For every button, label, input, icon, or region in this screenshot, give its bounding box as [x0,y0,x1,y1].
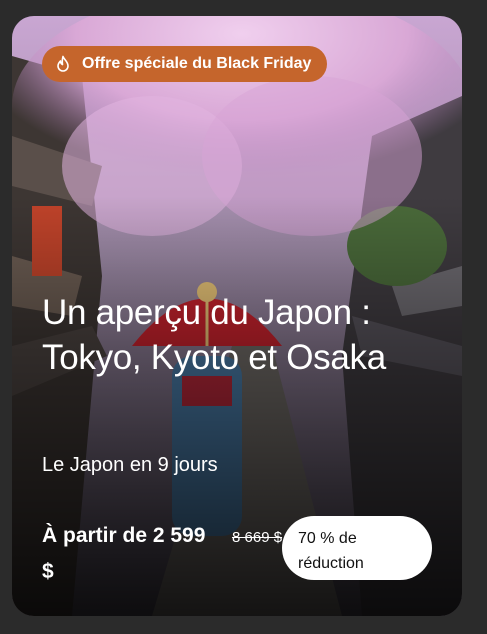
tour-card[interactable]: Offre spéciale du Black Friday Un aperçu… [12,16,462,616]
tour-title[interactable]: Un aperçu du Japon : Tokyo, Kyoto et Osa… [42,290,442,380]
black-friday-badge: Offre spéciale du Black Friday [42,46,328,82]
discount-badge: 70 % de réduction [282,516,432,580]
tour-subtitle: Le Japon en 9 jours [42,454,218,476]
original-price: 8 669 $ [232,529,283,546]
starting-price: À partir de 2 599 $ [42,524,206,583]
badge-label: Offre spéciale du Black Friday [82,55,312,72]
flame-icon [54,55,72,73]
